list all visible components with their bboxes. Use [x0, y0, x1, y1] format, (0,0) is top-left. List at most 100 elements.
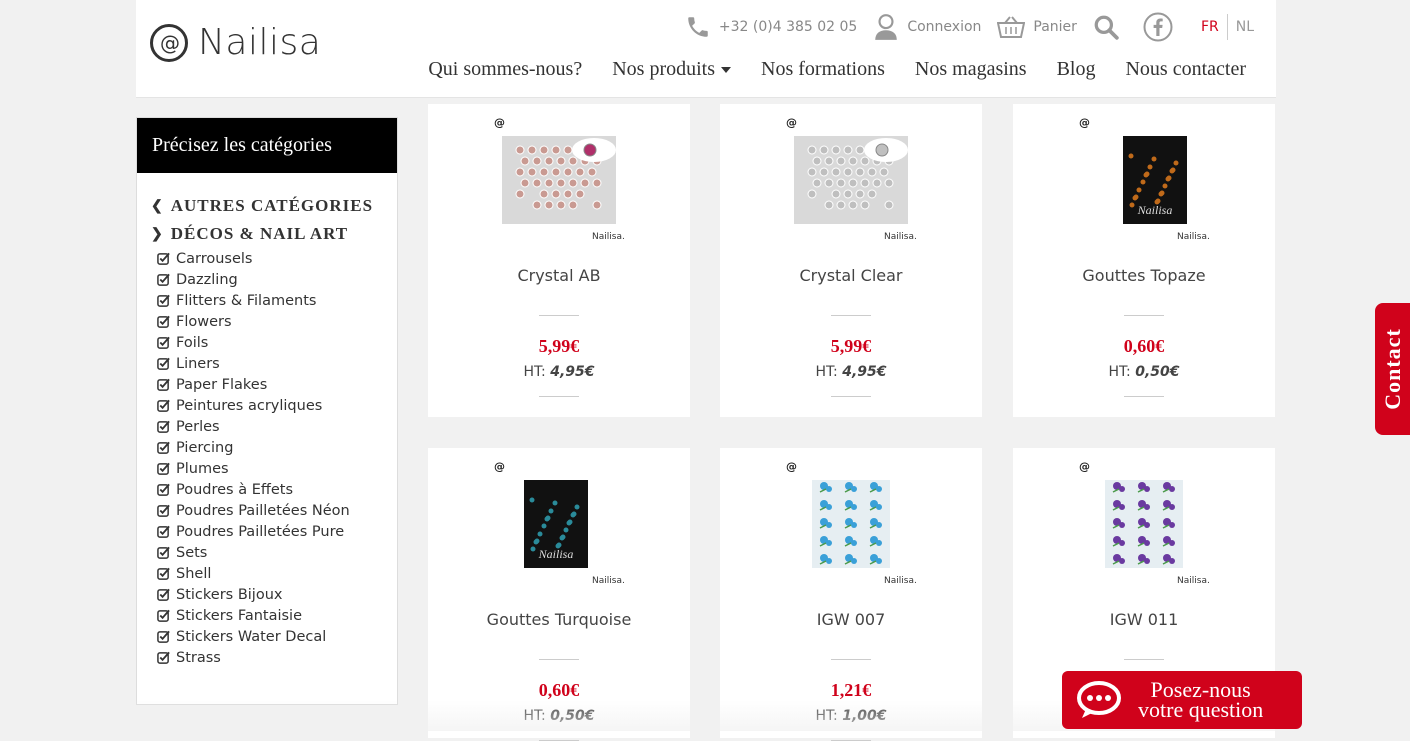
product-image[interactable]: [794, 474, 908, 574]
subcategory-label: Paper Flakes: [176, 376, 268, 393]
subcategory-item[interactable]: Carrousels: [157, 248, 397, 269]
subcategory-label: Liners: [176, 355, 220, 372]
ht-value: 4,95€: [842, 364, 887, 380]
divider: [1124, 396, 1164, 397]
product-name[interactable]: IGW 011: [1013, 610, 1275, 629]
product-name[interactable]: IGW 007: [720, 610, 982, 629]
product-card[interactable]: @ Nailisa Nailisa. Gouttes Topaze 0,60€ HT: 0…: [1013, 104, 1275, 417]
product-image[interactable]: [794, 136, 908, 224]
site-logo[interactable]: @ Nailisa: [150, 22, 321, 63]
user-icon: [875, 14, 898, 40]
subcategory-item[interactable]: Stickers Water Decal: [157, 626, 397, 647]
subcategory-label: Strass: [176, 649, 221, 666]
subcategory-item[interactable]: Piercing: [157, 437, 397, 458]
phone-number: +32 (0)4 385 02 05: [718, 19, 858, 35]
lang-nl-link[interactable]: NL: [1236, 19, 1254, 35]
contact-side-tab[interactable]: Contact: [1375, 303, 1410, 435]
current-category-link[interactable]: ❯ DÉCOS & NAIL ART: [137, 220, 397, 248]
subcategory-item[interactable]: Paper Flakes: [157, 374, 397, 395]
current-category-label: DÉCOS & NAIL ART: [170, 224, 349, 243]
subcategory-item[interactable]: Poudres à Effets: [157, 479, 397, 500]
subcategory-item[interactable]: Stickers Bijoux: [157, 584, 397, 605]
nav-products-label: Nos produits: [612, 58, 716, 80]
ht-label: HT:: [523, 708, 546, 724]
product-card[interactable]: @ Nailisa. Crystal AB 5,99€ HT: 4,95€: [428, 104, 690, 417]
subcategory-item[interactable]: Stickers Fantaisie: [157, 605, 397, 626]
nav-products[interactable]: Nos produits: [612, 58, 732, 81]
ht-value: 4,95€: [550, 364, 595, 380]
checked-box-icon: [157, 525, 170, 538]
product-image[interactable]: [502, 136, 616, 224]
product-price: 5,99€: [538, 336, 580, 356]
product-image[interactable]: Nailisa: [502, 470, 616, 576]
divider: [539, 315, 579, 316]
logo-mark-icon: @: [150, 23, 188, 62]
subcategory-label: Flowers: [176, 313, 232, 330]
checked-box-icon: [157, 609, 170, 622]
ht-label: HT:: [1108, 364, 1131, 380]
subcategory-item[interactable]: Dazzling: [157, 269, 397, 290]
cart-link[interactable]: Panier: [997, 16, 1077, 38]
subcategory-item[interactable]: Shell: [157, 563, 397, 584]
ht-value: 1,00€: [842, 708, 887, 724]
main-nav: Qui sommes-nous? Nos produits Nos format…: [398, 58, 1246, 81]
subcategory-item[interactable]: Strass: [157, 647, 397, 668]
nav-blog[interactable]: Blog: [1057, 58, 1096, 81]
subcategory-item[interactable]: Flitters & Filaments: [157, 290, 397, 311]
checked-box-icon: [157, 315, 170, 328]
svg-text:Nailisa: Nailisa: [1137, 203, 1173, 217]
subcategory-item[interactable]: Plumes: [157, 458, 397, 479]
caret-down-icon: [721, 66, 732, 73]
subcategory-item[interactable]: Liners: [157, 353, 397, 374]
facebook-link[interactable]: [1143, 12, 1181, 42]
ask-question-button[interactable]: Posez-nous votre question: [1062, 671, 1302, 729]
product-card[interactable]: @ Nailisa. Crystal Clear 5,99€ HT: 4,95€: [720, 104, 982, 417]
subcategory-item[interactable]: Poudres Pailletées Pure: [157, 521, 397, 542]
product-price: 0,60€: [538, 680, 580, 700]
subcategory-label: Carrousels: [176, 250, 253, 267]
nav-contact[interactable]: Nous contacter: [1125, 58, 1246, 81]
subcategory-label: Piercing: [176, 439, 234, 456]
product-name[interactable]: Gouttes Topaze: [1013, 266, 1275, 285]
product-name[interactable]: Gouttes Turquoise: [428, 610, 690, 629]
subcategory-item[interactable]: Foils: [157, 332, 397, 353]
checked-box-icon: [157, 651, 170, 664]
image-brand-label: Nailisa.: [884, 576, 917, 586]
category-sidebar: Précisez les catégories ❮ AUTRES CATÉGOR…: [136, 117, 398, 705]
product-name[interactable]: Crystal AB: [428, 266, 690, 285]
product-card[interactable]: @ Nailisa. IGW 007 1,21€ HT: 1,00€: [720, 448, 982, 741]
checked-box-icon: [157, 399, 170, 412]
chat-bubble-icon: [1077, 681, 1121, 718]
other-categories-link[interactable]: ❮ AUTRES CATÉGORIES: [137, 192, 397, 220]
other-categories-label: AUTRES CATÉGORIES: [170, 196, 374, 215]
brand-mark-icon: @: [1079, 116, 1090, 129]
subcategory-label: Poudres à Effets: [176, 481, 294, 498]
search-button[interactable]: [1093, 14, 1127, 40]
brand-mark-icon: @: [494, 116, 505, 129]
checked-box-icon: [157, 483, 170, 496]
search-icon: [1094, 15, 1119, 40]
nav-about[interactable]: Qui sommes-nous?: [428, 58, 582, 81]
ht-label: HT:: [815, 364, 838, 380]
subcategory-item[interactable]: Poudres Pailletées Néon: [157, 500, 397, 521]
nav-trainings[interactable]: Nos formations: [761, 58, 885, 81]
phone-link[interactable]: +32 (0)4 385 02 05: [685, 14, 857, 40]
subcategory-item[interactable]: Peintures acryliques: [157, 395, 397, 416]
nav-stores[interactable]: Nos magasins: [915, 58, 1027, 81]
product-price-ht: HT: 1,00€: [720, 708, 982, 724]
chevron-left-icon: ❮: [151, 198, 164, 214]
lang-divider: [1226, 14, 1228, 40]
login-link[interactable]: Connexion: [873, 13, 981, 41]
subcategory-item[interactable]: Flowers: [157, 311, 397, 332]
subcategory-label: Poudres Pailletées Néon: [176, 502, 350, 519]
top-bar: +32 (0)4 385 02 05 Connexion Panier FR N…: [669, 12, 1254, 42]
product-name[interactable]: Crystal Clear: [720, 266, 982, 285]
brand-mark-icon: @: [494, 460, 505, 473]
lang-fr-link[interactable]: FR: [1201, 19, 1219, 35]
subcategory-item[interactable]: Perles: [157, 416, 397, 437]
product-card[interactable]: @ Nailisa Nailisa. Gouttes Turquoise 0,60€ HT…: [428, 448, 690, 741]
checked-box-icon: [157, 252, 170, 265]
product-image[interactable]: [1087, 474, 1201, 574]
subcategory-item[interactable]: Sets: [157, 542, 397, 563]
product-image[interactable]: Nailisa: [1087, 126, 1201, 232]
